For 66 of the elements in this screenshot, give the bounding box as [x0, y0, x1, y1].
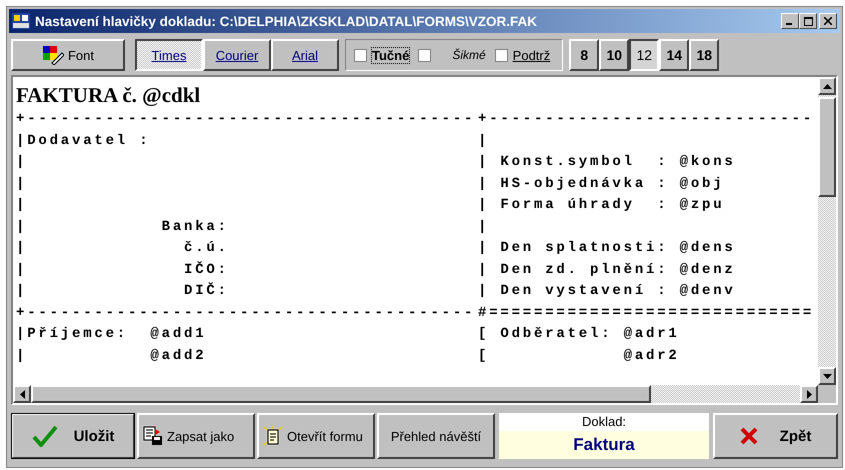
- checkbox[interactable]: [494, 48, 508, 62]
- font-palette-icon: [42, 45, 64, 65]
- close-button[interactable]: [819, 13, 837, 29]
- template-text: | Konst.symbol : @kons: [478, 153, 736, 172]
- template-text: [ Odběratel: @adr1: [478, 325, 680, 344]
- text-editor[interactable]: [13, 77, 818, 385]
- font-size-button[interactable]: 18: [689, 39, 720, 71]
- template-text: |: [478, 218, 490, 236]
- font-family-button[interactable]: Arial: [271, 39, 339, 71]
- checkbox[interactable]: [418, 48, 432, 62]
- document-type-label: Doklad:: [499, 413, 709, 431]
- scroll-right-icon: [806, 390, 812, 398]
- scroll-down-icon: [822, 374, 832, 378]
- document-disk-icon: [143, 426, 163, 446]
- template-text: |: [16, 153, 28, 172]
- template-text: #=============================: [478, 304, 814, 322]
- template-text: +----------------------------------------: [16, 110, 476, 129]
- template-text: |: [478, 132, 490, 150]
- save-as-button[interactable]: Zapsat jako: [137, 413, 255, 459]
- font-button[interactable]: Font: [11, 39, 125, 71]
- scroll-left-icon: [20, 390, 24, 398]
- template-text: +-----------------------------: [478, 110, 814, 129]
- open-form-button[interactable]: Otevřít formu: [257, 413, 375, 459]
- checkbox[interactable]: [354, 48, 367, 62]
- app-icon: [12, 13, 30, 29]
- minimize-button[interactable]: [781, 13, 799, 29]
- template-text: +----------------------------------------: [16, 304, 476, 322]
- template-text: [ @adr2: [478, 346, 680, 366]
- template-text: |: [16, 174, 28, 194]
- template-text: | @add2: [16, 346, 208, 366]
- template-text: | HS-objednávka : @obj: [478, 174, 724, 194]
- font-size-button[interactable]: 14: [659, 39, 690, 71]
- template-text: |Příjemce: @add1: [16, 325, 208, 344]
- document-type-value: Faktura: [499, 431, 709, 459]
- font-size-button[interactable]: 8: [569, 39, 600, 71]
- font-family-button[interactable]: Courier: [203, 39, 271, 71]
- maximize-button[interactable]: [799, 13, 817, 29]
- template-text: | Banka:: [16, 218, 230, 236]
- back-button[interactable]: Zpět: [713, 413, 838, 459]
- template-text: | Den zd. plnění: @denz: [478, 260, 736, 280]
- maximize-icon: [804, 16, 812, 26]
- horizontal-scrollbar[interactable]: [13, 385, 818, 403]
- window-title: Nastavení hlavičky dokladu: C:\DELPHIA\ZKSKLAD\DATAL\FORMS\VZOR.FAK: [35, 14, 538, 28]
- template-text: | DIČ:: [16, 281, 230, 301]
- template-text: | Den splatnosti: @dens: [478, 239, 736, 258]
- scroll-up-icon: [822, 84, 832, 88]
- style-option-label[interactable]: Tučné: [372, 48, 410, 62]
- template-text: |Dodavatel :: [16, 132, 152, 150]
- template-text: | Den vystavení : @denv: [478, 282, 736, 301]
- checkmark-icon: [32, 425, 58, 447]
- save-button[interactable]: Uložit: [11, 413, 135, 459]
- template-text: |: [16, 196, 28, 215]
- document-heading: FAKTURA č. @cdkl: [16, 82, 202, 109]
- template-text: | IČO:: [16, 260, 230, 280]
- style-option-label[interactable]: Podtrž: [512, 48, 550, 62]
- font-size-button[interactable]: 12: [629, 39, 660, 71]
- vertical-scrollbar[interactable]: [818, 77, 836, 385]
- template-text: | Forma úhrady : @zpu: [478, 196, 724, 215]
- template-text: | č.ú.: [16, 239, 230, 258]
- labels-overview-button[interactable]: Přehled návěští: [377, 413, 495, 459]
- font-family-button[interactable]: Times: [135, 39, 203, 71]
- document-sparkle-icon: [263, 426, 283, 446]
- style-option-label[interactable]: Šikmé: [452, 48, 486, 62]
- close-icon: [824, 17, 832, 25]
- font-size-button[interactable]: 10: [599, 39, 630, 71]
- close-x-icon: [740, 427, 758, 445]
